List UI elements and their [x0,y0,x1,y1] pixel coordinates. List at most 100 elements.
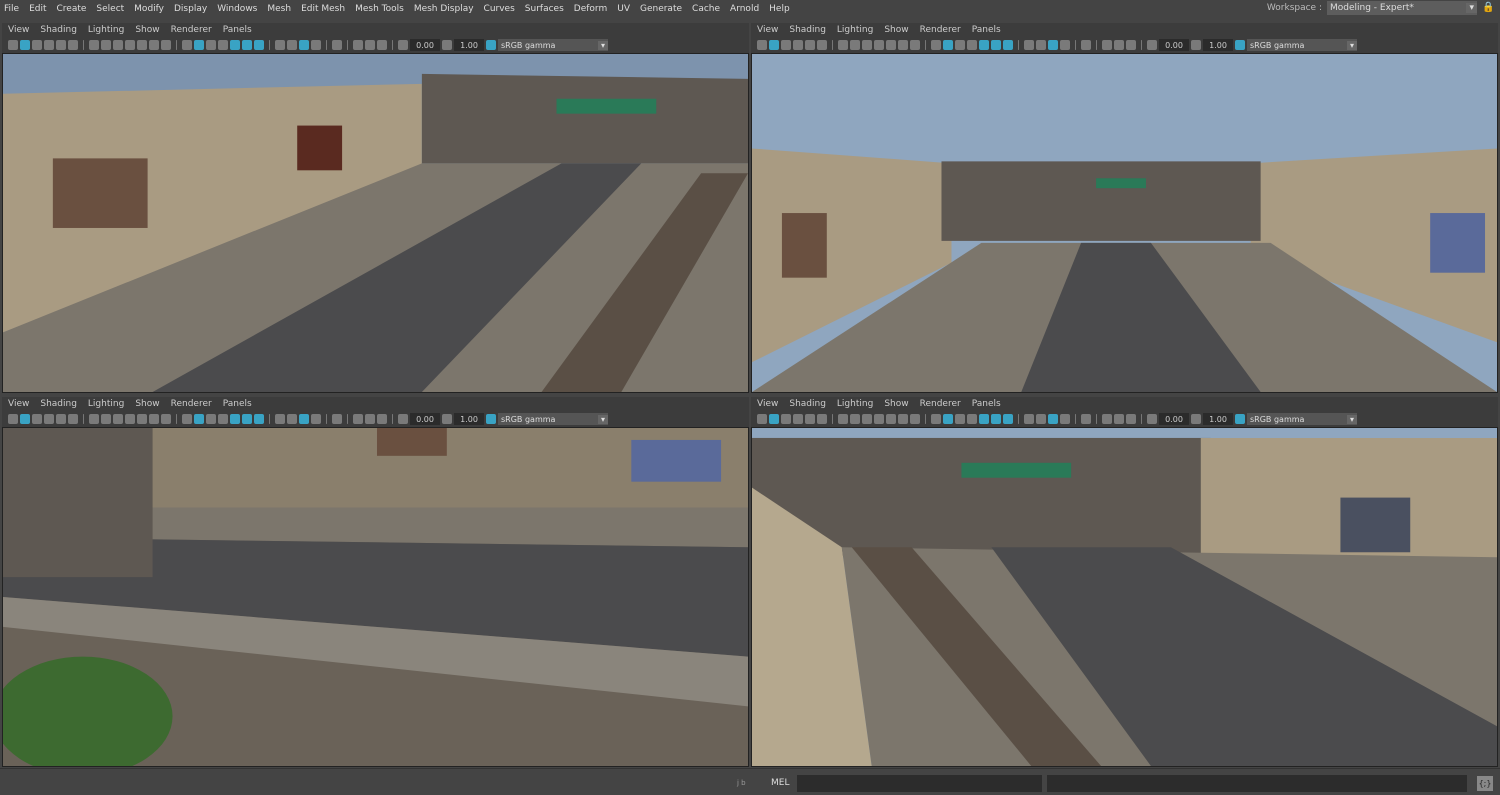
panel-menu-show[interactable]: Show [135,399,159,409]
menu-cache[interactable]: Cache [692,4,720,14]
image-plane-icon[interactable] [44,40,54,50]
shadows-icon[interactable] [1003,414,1013,424]
image-plane-icon[interactable] [793,414,803,424]
use-lights-icon[interactable] [242,40,252,50]
film-gate-icon[interactable] [101,414,111,424]
film-gate-icon[interactable] [101,40,111,50]
motion-blur-icon[interactable] [287,414,297,424]
viewport-scene[interactable] [2,427,749,767]
antialias-icon[interactable] [299,414,309,424]
isolate-select-icon[interactable] [332,40,342,50]
smooth-shade-icon[interactable] [194,40,204,50]
shade-wireframe-icon[interactable] [218,40,228,50]
film-gate-icon[interactable] [850,414,860,424]
shadows-icon[interactable] [1003,40,1013,50]
gamma-field[interactable]: 1.00 [1203,413,1233,425]
panel-menu-shading[interactable]: Shading [40,399,77,409]
gamma-field[interactable]: 1.00 [454,413,484,425]
backface-icon[interactable] [377,414,387,424]
camera-attr-icon[interactable] [20,414,30,424]
panel-menu-renderer[interactable]: Renderer [171,399,212,409]
camera-attr-icon[interactable] [769,414,779,424]
textured-icon[interactable] [979,414,989,424]
shade-wireframe-icon[interactable] [967,414,977,424]
menu-curves[interactable]: Curves [484,4,515,14]
grease-pencil-icon[interactable] [68,40,78,50]
menu-arnold[interactable]: Arnold [730,4,759,14]
default-material-icon[interactable] [206,40,216,50]
grid-icon[interactable] [89,414,99,424]
color-space-dropdown[interactable]: sRGB gamma▾ [1247,39,1357,51]
depth-of-field-icon[interactable] [311,40,321,50]
shadows-icon[interactable] [254,40,264,50]
select-camera-icon[interactable] [757,414,767,424]
grid-icon[interactable] [838,40,848,50]
panel-menu-lighting[interactable]: Lighting [837,399,873,409]
script-editor-button[interactable]: {;} [1477,776,1493,791]
select-camera-icon[interactable] [8,40,18,50]
ambient-occlusion-icon[interactable] [1024,414,1034,424]
image-plane-icon[interactable] [793,40,803,50]
panel-menu-renderer[interactable]: Renderer [920,399,961,409]
field-chart-icon[interactable] [886,414,896,424]
menu-deform[interactable]: Deform [574,4,607,14]
textured-icon[interactable] [979,40,989,50]
gate-mask-icon[interactable] [125,40,135,50]
image-plane-icon[interactable] [44,414,54,424]
panel-menu-panels[interactable]: Panels [972,25,1001,35]
panel-menu-shading[interactable]: Shading [789,399,826,409]
xray-icon[interactable] [1102,40,1112,50]
use-lights-icon[interactable] [991,414,1001,424]
shade-wireframe-icon[interactable] [218,414,228,424]
panel-menu-renderer[interactable]: Renderer [171,25,212,35]
ambient-occlusion-icon[interactable] [275,414,285,424]
bookmark-icon[interactable] [781,414,791,424]
xray-joints-icon[interactable] [365,40,375,50]
select-camera-icon[interactable] [8,414,18,424]
safe-title-icon[interactable] [910,414,920,424]
color-space-dropdown[interactable]: sRGB gamma▾ [498,39,608,51]
motion-blur-icon[interactable] [287,40,297,50]
antialias-icon[interactable] [1048,414,1058,424]
default-material-icon[interactable] [206,414,216,424]
panel-menu-shading[interactable]: Shading [40,25,77,35]
isolate-select-icon[interactable] [1081,40,1091,50]
gate-mask-icon[interactable] [874,40,884,50]
menu-edit[interactable]: Edit [29,4,46,14]
panel-menu-panels[interactable]: Panels [223,25,252,35]
antialias-icon[interactable] [299,40,309,50]
lock-icon[interactable]: 🔒 [1482,2,1492,14]
color-management-icon[interactable] [486,40,496,50]
menu-file[interactable]: File [4,4,19,14]
xray-icon[interactable] [353,40,363,50]
color-space-dropdown[interactable]: sRGB gamma▾ [498,413,608,425]
2d-pan-icon[interactable] [56,414,66,424]
panel-menu-show[interactable]: Show [135,25,159,35]
bookmark-icon[interactable] [781,40,791,50]
viewport-scene[interactable] [751,53,1498,393]
field-chart-icon[interactable] [137,414,147,424]
motion-blur-icon[interactable] [1036,414,1046,424]
use-lights-icon[interactable] [242,414,252,424]
grid-icon[interactable] [838,414,848,424]
menu-help[interactable]: Help [769,4,790,14]
grid-icon[interactable] [89,40,99,50]
color-management-icon[interactable] [1235,40,1245,50]
gamma-field[interactable]: 1.00 [1203,39,1233,51]
color-space-dropdown[interactable]: sRGB gamma▾ [1247,413,1357,425]
bookmark-icon[interactable] [32,40,42,50]
ambient-occlusion-icon[interactable] [1024,40,1034,50]
grease-pencil-icon[interactable] [817,40,827,50]
textured-icon[interactable] [230,40,240,50]
smooth-shade-icon[interactable] [194,414,204,424]
panel-menu-panels[interactable]: Panels [972,399,1001,409]
safe-title-icon[interactable] [161,40,171,50]
motion-blur-icon[interactable] [1036,40,1046,50]
panel-menu-view[interactable]: View [8,25,29,35]
safe-action-icon[interactable] [898,40,908,50]
menu-edit-mesh[interactable]: Edit Mesh [301,4,345,14]
color-management-icon[interactable] [1235,414,1245,424]
workspace-dropdown[interactable]: Modeling - Expert*▾ [1327,1,1477,15]
xray-icon[interactable] [1102,414,1112,424]
menu-windows[interactable]: Windows [217,4,257,14]
